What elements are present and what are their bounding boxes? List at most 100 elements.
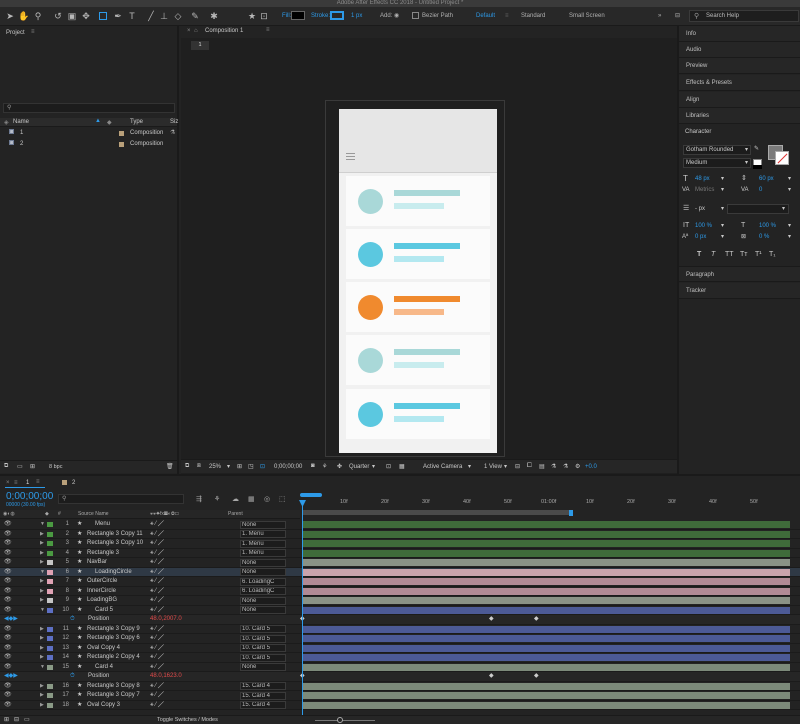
panel-menu-icon[interactable]: ≡ <box>36 479 40 485</box>
eye-icon[interactable]: 👁 <box>4 701 12 711</box>
timeline-layer-row[interactable]: 👁 ▼ 10 ★ Card 5 ⚹ ⁄ ╱ None <box>0 606 800 616</box>
grid-icon[interactable]: ⊞ <box>237 463 242 470</box>
label-color[interactable] <box>47 645 53 651</box>
eye-icon[interactable]: 👁 <box>4 596 12 606</box>
layer-switches[interactable]: ⚹ ⁄ ╱ <box>150 682 164 692</box>
all-caps-button[interactable]: TT <box>725 251 734 258</box>
panel-menu-icon[interactable]: ≡ <box>266 27 270 33</box>
eraser-tool-icon[interactable]: ◇ <box>172 9 184 23</box>
layer-duration-bar[interactable] <box>303 625 790 633</box>
expand-arrow-icon[interactable]: ▶ <box>40 701 44 711</box>
align-panel[interactable]: Align <box>679 92 800 108</box>
layer-switches[interactable]: ⚹ ⁄ ╱ <box>150 701 164 711</box>
exposure-value[interactable]: +0.0 <box>585 464 597 470</box>
parent-dropdown[interactable]: 10. Card 5 <box>240 625 286 633</box>
flowchart-icon[interactable]: ⚗ <box>170 129 175 136</box>
expand-arrow-icon[interactable]: ▶ <box>40 644 44 654</box>
parent-dropdown[interactable]: None <box>240 568 286 576</box>
layer-name[interactable]: Card 4 <box>95 663 113 673</box>
parent-dropdown[interactable]: 15. Card 4 <box>240 701 286 709</box>
label-color[interactable] <box>47 607 53 613</box>
eye-icon[interactable]: 👁 <box>4 625 12 635</box>
toggle-pixel-aspect-icon[interactable]: ⊟ <box>515 463 520 470</box>
exposure-icon[interactable]: ⚙ <box>575 463 580 470</box>
layer-name[interactable]: NavBar <box>87 558 107 568</box>
layer-switches[interactable]: ⚹ ⁄ ╱ <box>150 549 164 559</box>
timeline-layer-row[interactable]: 👁 ▶ 5 ★ NavBar ⚹ ⁄ ╱ None <box>0 558 800 568</box>
tracker-panel[interactable]: Tracker <box>679 283 800 299</box>
timeline-layer-row[interactable]: 👁 ▶ 11 ★ Rectangle 3 Copy 9 ⚹ ⁄ ╱ 10. Card 5 <box>0 625 800 635</box>
layer-switches[interactable]: ⚹ ⁄ ╱ <box>150 663 164 673</box>
timeline-layer-row[interactable]: 👁 ▶ 7 ★ OuterCircle ⚹ ⁄ ╱ 6. LoadingC <box>0 577 800 587</box>
frame-blending-icon[interactable]: ▦ <box>248 495 255 503</box>
parent-dropdown[interactable]: 6. LoadingC <box>240 587 286 595</box>
vertical-scale-value[interactable]: 100 % <box>695 223 712 229</box>
label-color[interactable] <box>47 569 53 575</box>
comp-breadcrumb[interactable]: 1 <box>191 41 209 50</box>
sort-icon[interactable]: ▲ <box>95 118 101 124</box>
expand-arrow-icon[interactable]: ▶ <box>40 587 44 597</box>
layer-name[interactable]: Rectangle 3 Copy 6 <box>87 634 140 644</box>
work-area-end[interactable] <box>569 510 573 516</box>
label-color[interactable] <box>47 626 53 632</box>
bit-depth[interactable]: 8 bpc <box>49 464 62 470</box>
superscript-button[interactable]: T¹ <box>755 251 762 258</box>
label-color[interactable] <box>47 588 53 594</box>
layer-name[interactable]: Card 5 <box>95 606 113 616</box>
layer-name[interactable]: Oval Copy 4 <box>87 644 120 654</box>
fast-draft-icon[interactable]: ⧠ <box>527 463 532 470</box>
layer-duration-bar[interactable] <box>303 587 790 595</box>
panel-menu-icon[interactable]: ≡ <box>31 29 35 35</box>
eye-icon[interactable]: 👁 <box>4 549 12 559</box>
black-swatch[interactable] <box>753 165 762 169</box>
layer-switches[interactable]: ⚹ ⁄ ╱ <box>150 625 164 635</box>
position-property-row[interactable]: ◀◆▶⏱Position48.0,2007.0◆◆◆ <box>0 615 800 625</box>
label-color[interactable] <box>119 142 124 147</box>
keyframe-nav-icon[interactable]: ◀◆▶ <box>4 672 18 682</box>
eye-icon[interactable]: 👁 <box>4 587 12 597</box>
card[interactable] <box>346 335 490 385</box>
keyframe-icon[interactable]: ◆ <box>489 672 494 682</box>
paragraph-panel[interactable]: Paragraph <box>679 266 800 282</box>
audio-panel[interactable]: Audio <box>679 42 800 58</box>
timeline-layer-row[interactable]: 👁 ▶ 14 ★ Rectangle 2 Copy 4 ⚹ ⁄ ╱ 10. Card 5 <box>0 653 800 663</box>
view-layout-dropdown[interactable]: 1 View <box>484 464 502 470</box>
layer-duration-bar[interactable] <box>303 597 790 604</box>
timeline-tab-2[interactable]: 2 <box>72 480 75 486</box>
timeline-layer-row[interactable]: 👁 ▶ 12 ★ Rectangle 3 Copy 6 ⚹ ⁄ ╱ 10. Card 5 <box>0 634 800 644</box>
position-value[interactable]: 48.0,1623.0 <box>150 672 182 682</box>
effects-presets-panel[interactable]: Effects & Presets <box>679 75 800 91</box>
column-type[interactable]: Type <box>130 119 143 125</box>
timeline-layer-row[interactable]: 👁 ▼ 15 ★ Card 4 ⚹ ⁄ ╱ None <box>0 663 800 673</box>
layer-duration-bar[interactable] <box>303 644 790 652</box>
in-out-icon[interactable]: ▭ <box>24 716 30 723</box>
graph-editor-icon[interactable]: ⬚ <box>279 495 286 503</box>
fill-label[interactable]: Fill: <box>282 12 291 20</box>
eye-icon[interactable]: 👁 <box>4 530 12 540</box>
stopwatch-icon[interactable]: ⏱ <box>70 672 75 682</box>
flowchart-icon[interactable]: ⚗ <box>551 463 556 470</box>
expand-arrow-icon[interactable]: ▶ <box>40 549 44 559</box>
layer-name[interactable]: Menu <box>95 520 110 530</box>
layer-switches[interactable]: ⚹ ⁄ ╱ <box>150 530 164 540</box>
close-icon[interactable]: × <box>6 480 10 486</box>
label-color[interactable] <box>47 598 53 603</box>
timeline-search-input[interactable]: ⚲ <box>58 494 184 504</box>
layer-switches[interactable]: ⚹ ⁄ ╱ <box>150 634 164 644</box>
expand-arrow-icon[interactable]: ▼ <box>40 568 45 578</box>
timeline-icon[interactable]: ▤ <box>539 463 545 470</box>
zoom-tool-icon[interactable]: ⚲ <box>32 9 44 23</box>
font-size-value[interactable]: 48 px <box>695 176 710 182</box>
keyframe-icon[interactable]: ◆ <box>489 615 494 625</box>
project-item[interactable]: ⊞ 1 Composition ⚗ <box>0 128 177 138</box>
layer-name[interactable]: Rectangle 3 Copy 11 <box>87 530 143 540</box>
parent-dropdown[interactable]: 15. Card 4 <box>240 682 286 690</box>
project-search-input[interactable]: ⚲ <box>3 103 175 113</box>
layer-switches[interactable]: ⚹ ⁄ ╱ <box>150 653 164 663</box>
card[interactable] <box>346 389 490 439</box>
expand-arrow-icon[interactable]: ▶ <box>40 625 44 635</box>
eye-icon[interactable]: 👁 <box>4 634 12 644</box>
layer-duration-bar[interactable] <box>303 701 790 709</box>
transfer-controls-icon[interactable]: ⊟ <box>14 716 19 723</box>
rotate-tool-icon[interactable]: ↺ <box>52 9 64 23</box>
